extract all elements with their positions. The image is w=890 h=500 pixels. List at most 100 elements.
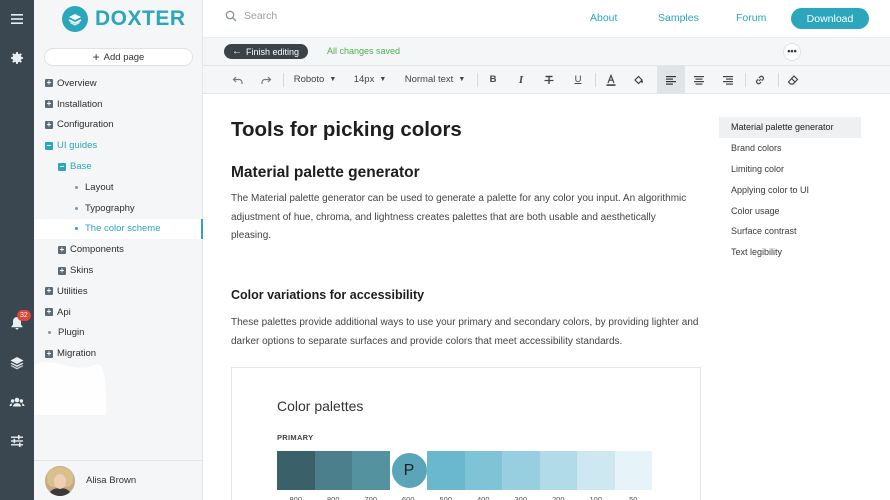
toc-item[interactable]: Brand colors [719, 138, 861, 159]
sidebar-item-label: Base [70, 161, 92, 173]
sidebar-item-base[interactable]: − Base [34, 156, 203, 177]
more-options-button[interactable]: ••• [783, 43, 801, 61]
toolbar-divider [745, 73, 746, 87]
toc-item[interactable]: Limiting color [719, 159, 861, 180]
sidebar-item-label: Installation [57, 98, 103, 110]
toc-item[interactable]: Applying color to UI [719, 179, 861, 200]
color-swatch[interactable]: 900 [277, 451, 315, 500]
plus-icon: + [92, 50, 100, 64]
redo-button[interactable] [255, 66, 277, 93]
color-swatch[interactable]: 500 [427, 451, 465, 500]
font-family-select[interactable]: Roboto ▼ [291, 66, 339, 93]
download-button[interactable]: Download [791, 8, 869, 29]
bullet-icon [75, 227, 78, 231]
sidebar-item-components[interactable]: + Components [34, 239, 203, 260]
align-left-button[interactable] [657, 66, 685, 93]
caret-down-icon: ▼ [379, 76, 387, 83]
top-bar: About Samples Forum Download [203, 0, 890, 38]
sidebar-item-api[interactable]: + Api [34, 302, 203, 323]
clear-format-button[interactable] [782, 66, 804, 93]
undo-icon [232, 76, 243, 84]
collapse-icon[interactable]: − [45, 141, 53, 150]
sidebar-item-label: Api [57, 306, 71, 318]
sidebar-item-configuration[interactable]: + Configuration [34, 115, 203, 136]
expand-icon[interactable]: + [45, 79, 53, 88]
align-center-button[interactable] [688, 66, 710, 93]
sidebar-item-skins[interactable]: + Skins [34, 260, 203, 281]
paragraph: These palettes provide additional ways t… [231, 317, 699, 347]
italic-button[interactable]: I [510, 66, 532, 93]
user-profile[interactable]: Alisa Brown [34, 460, 203, 500]
expand-icon[interactable]: + [58, 245, 66, 254]
card-title: Color palettes [277, 398, 364, 414]
search-input[interactable] [244, 10, 444, 22]
arrow-left-icon: ← [232, 46, 242, 57]
bold-button[interactable]: B [482, 66, 504, 93]
caret-down-icon: ▼ [329, 76, 337, 83]
users-icon[interactable] [0, 387, 34, 417]
color-swatch[interactable]: 300 [502, 451, 540, 500]
color-swatch[interactable]: 200 [539, 451, 577, 500]
sidebar-item-ui-guides[interactable]: − UI guides [34, 135, 203, 156]
brand-logo[interactable]: DOXTER [62, 5, 186, 33]
text-style-select[interactable]: Normal text ▼ [402, 66, 468, 93]
document-content: Tools for picking colors Material palett… [231, 94, 701, 500]
color-swatch[interactable]: P 600 [390, 451, 428, 500]
notification-badge: 32 [17, 310, 31, 321]
fill-color-button[interactable] [628, 66, 650, 93]
color-swatch[interactable]: 50 [614, 451, 652, 500]
sidebar-item-label: Utilities [57, 285, 88, 297]
underline-button[interactable]: U [567, 66, 589, 93]
sidebar-item-overview[interactable]: + Overview [34, 73, 203, 94]
search-box[interactable] [225, 10, 444, 22]
sidebar-item-label: UI guides [57, 140, 98, 152]
font-size-select[interactable]: 14px ▼ [350, 66, 390, 93]
swatch-label: 400 [476, 495, 490, 500]
expand-icon[interactable]: + [45, 308, 53, 317]
strikethrough-button[interactable] [538, 66, 560, 93]
expand-icon[interactable]: + [45, 120, 53, 129]
font-size-value: 14px [353, 74, 375, 85]
swatch-label: 900 [289, 495, 302, 500]
strikethrough-icon [544, 75, 554, 84]
toc-item[interactable]: Surface contrast [719, 221, 861, 242]
toc-item[interactable]: Material palette generator [719, 117, 861, 138]
nav-link-forum[interactable]: Forum [736, 12, 766, 24]
expand-icon[interactable]: + [45, 287, 53, 296]
link-button[interactable] [749, 66, 771, 93]
sliders-icon[interactable] [0, 426, 34, 456]
add-page-button[interactable]: + Add page [44, 48, 193, 66]
toc-item[interactable]: Color usage [719, 200, 861, 221]
align-right-button[interactable] [717, 66, 739, 93]
color-swatch[interactable]: 800 [314, 451, 352, 500]
text-color-button[interactable] [600, 66, 622, 93]
sidebar-item-installation[interactable]: + Installation [34, 94, 203, 115]
finish-editing-button[interactable]: ← Finish editing [224, 44, 309, 59]
sidebar-item-typography[interactable]: Typography [34, 198, 203, 219]
avatar[interactable] [45, 465, 75, 496]
toc-item[interactable]: Text legibility [719, 242, 861, 263]
expand-icon[interactable]: + [45, 100, 53, 109]
gear-icon[interactable] [0, 43, 34, 73]
nav-link-about[interactable]: About [590, 12, 617, 24]
layers-icon[interactable] [0, 348, 34, 378]
decorative-curve [34, 362, 106, 415]
undo-button[interactable] [227, 66, 249, 93]
sidebar-item-utilities[interactable]: + Utilities [34, 281, 203, 302]
color-swatch[interactable]: 100 [577, 451, 615, 500]
text-style-value: Normal text [404, 74, 454, 85]
collapse-icon[interactable]: − [58, 162, 66, 171]
sidebar-item-the-color-scheme[interactable]: The color scheme [34, 218, 203, 240]
color-swatch[interactable]: 400 [464, 451, 502, 500]
menu-icon[interactable] [0, 4, 34, 34]
swatch-label: 100 [589, 495, 602, 500]
expand-icon[interactable]: + [58, 266, 66, 275]
sidebar-item-layout[interactable]: Layout [34, 177, 203, 198]
nav-link-samples[interactable]: Samples [658, 12, 699, 24]
save-status: All changes saved [327, 46, 401, 56]
bullet-icon [75, 185, 78, 189]
sidebar-nav: + Overview + Installation + Configuration −… [34, 73, 203, 364]
color-swatch[interactable]: 700 [352, 451, 390, 500]
bell-icon[interactable]: 32 [0, 308, 34, 338]
finish-editing-label: Finish editing [246, 46, 300, 57]
